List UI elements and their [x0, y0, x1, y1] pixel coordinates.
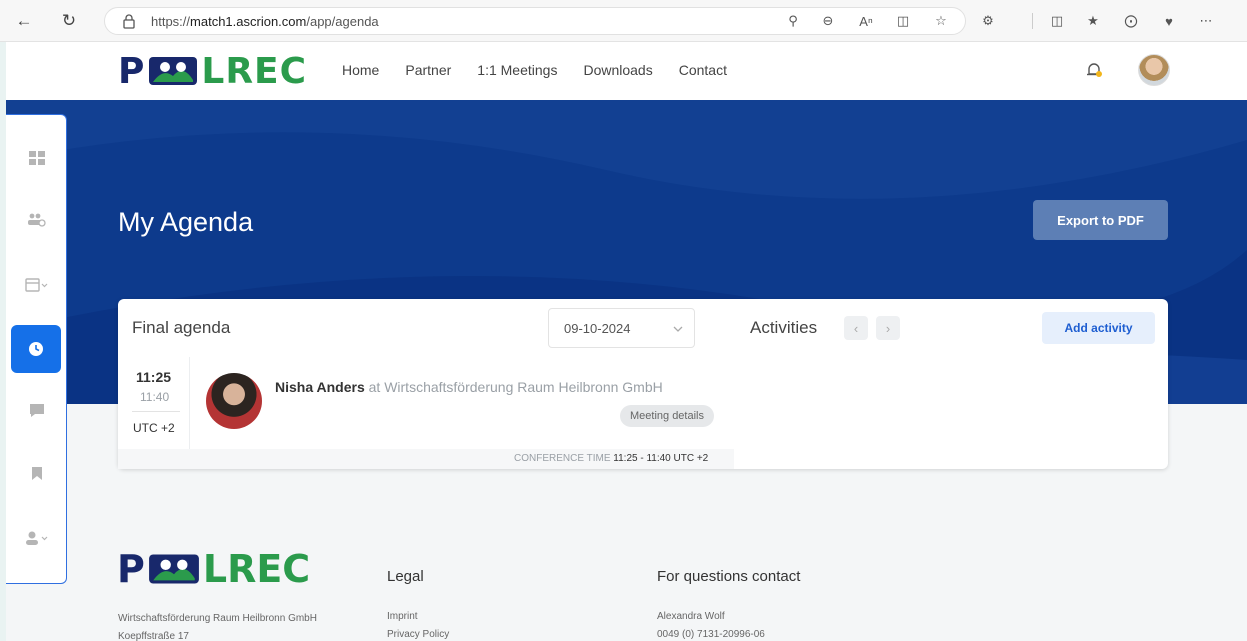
meeting-row: 11:25 11:40 UTC +2 Nisha Anders at Wirts… — [118, 357, 734, 469]
read-aloud-icon[interactable]: Aⁿ — [856, 11, 876, 31]
logo-mark-icon — [148, 554, 199, 584]
clock-icon — [29, 342, 43, 356]
meeting-details-panel: Nisha Anders at Wirtschaftsförderung Rau… — [190, 357, 734, 449]
prev-arrow-icon[interactable]: ‹ — [844, 316, 868, 340]
site-header: P LREC Home Partner 1:1 Meetings Downloa… — [6, 42, 1247, 100]
footer-logo[interactable]: P LREC — [117, 547, 310, 591]
conference-time-value: 11:25 - 11:40 UTC +2 — [613, 453, 709, 464]
participant-name[interactable]: Nisha Anders — [275, 379, 365, 395]
favorites-icon[interactable]: ★ — [1083, 11, 1103, 31]
footer-contact-name: Alexandra Wolf — [657, 611, 725, 622]
immersive-reader-icon[interactable]: ◫ — [893, 11, 913, 31]
final-agenda-title: Final agenda — [132, 318, 231, 337]
refresh-icon[interactable]: ↻ — [57, 9, 81, 33]
bookmark-icon[interactable] — [6, 458, 67, 488]
conference-time-label: CONFERENCE TIME — [514, 453, 611, 464]
people-search-icon[interactable] — [6, 205, 67, 235]
date-select-value: 09-10-2024 — [564, 321, 631, 336]
footer-privacy-link[interactable]: Privacy Policy — [387, 629, 449, 640]
favorite-star-icon[interactable]: ☆ — [931, 11, 951, 31]
participant-info: Nisha Anders at Wirtschaftsförderung Rau… — [275, 379, 663, 395]
extensions-icon[interactable]: ⚙ — [978, 11, 998, 31]
toolbar-divider — [1032, 13, 1033, 29]
activities-title: Activities — [750, 318, 818, 337]
collections-icon[interactable]: ⨀ — [1121, 11, 1141, 31]
agenda-clock-nav-item[interactable] — [11, 325, 61, 373]
nav-downloads[interactable]: Downloads — [583, 62, 652, 78]
footer-street: Koepffstraße 17 — [118, 631, 189, 641]
site-logo[interactable]: P LREC — [118, 51, 307, 92]
back-icon[interactable]: ← — [12, 9, 36, 33]
footer-imprint-link[interactable]: Imprint — [387, 611, 418, 622]
zoom-out-icon[interactable]: ⊖ — [818, 11, 838, 31]
user-avatar[interactable] — [1138, 54, 1170, 86]
meeting-details-button[interactable]: Meeting details — [620, 405, 714, 427]
nav-home[interactable]: Home — [342, 62, 379, 78]
key-icon[interactable]: ⚲ — [783, 11, 803, 31]
meeting-timezone: UTC +2 — [133, 421, 175, 435]
footer-contact-phone: 0049 (0) 7131-20996-06 — [657, 629, 765, 640]
participant-org: at Wirtschaftsförderung Raum Heilbronn G… — [368, 379, 663, 395]
calendar-icon[interactable] — [6, 270, 67, 300]
browser-toolbar: ← ↻ https://match1.ascrion.com/app/agend… — [0, 0, 1247, 42]
export-pdf-button[interactable]: Export to PDF — [1033, 200, 1168, 240]
conference-time: CONFERENCE TIME 11:25 - 11:40 UTC +2 — [514, 453, 708, 464]
nav-partner[interactable]: Partner — [405, 62, 451, 78]
footer-contact-title: For questions contact — [657, 568, 801, 585]
next-arrow-icon[interactable]: › — [876, 316, 900, 340]
logo-mark-icon — [149, 57, 198, 85]
nav-contact[interactable]: Contact — [679, 62, 727, 78]
nav-meetings[interactable]: 1:1 Meetings — [477, 62, 557, 78]
time-divider — [132, 411, 180, 412]
notification-bell-icon[interactable] — [1084, 60, 1104, 80]
participant-avatar — [206, 373, 262, 429]
browser-essentials-icon[interactable]: ♥ — [1159, 11, 1179, 31]
url-text: https://match1.ascrion.com/app/agenda — [151, 14, 379, 29]
footer-legal-title: Legal — [387, 568, 424, 585]
footer-company: Wirtschaftsförderung Raum Heilbronn GmbH — [118, 613, 317, 624]
chat-icon[interactable] — [6, 395, 67, 425]
split-screen-icon[interactable]: ◫ — [1047, 11, 1067, 31]
meeting-end-time: 11:40 — [140, 390, 170, 404]
lock-icon — [123, 14, 135, 29]
add-activity-button[interactable]: Add activity — [1042, 312, 1155, 344]
meeting-time: 11:25 11:40 UTC +2 — [118, 357, 190, 449]
date-select[interactable]: 09-10-2024 — [548, 308, 695, 348]
more-menu-icon[interactable]: ⋯ — [1196, 11, 1216, 31]
user-icon[interactable] — [6, 523, 67, 553]
agenda-card: Final agenda 09-10-2024 Activities ‹ › A… — [118, 299, 1168, 469]
dashboard-icon[interactable] — [6, 143, 67, 173]
meeting-start-time: 11:25 — [136, 369, 172, 385]
chevron-down-icon — [673, 326, 683, 332]
page-title: My Agenda — [118, 207, 254, 237]
main-nav: Home Partner 1:1 Meetings Downloads Cont… — [342, 62, 753, 78]
